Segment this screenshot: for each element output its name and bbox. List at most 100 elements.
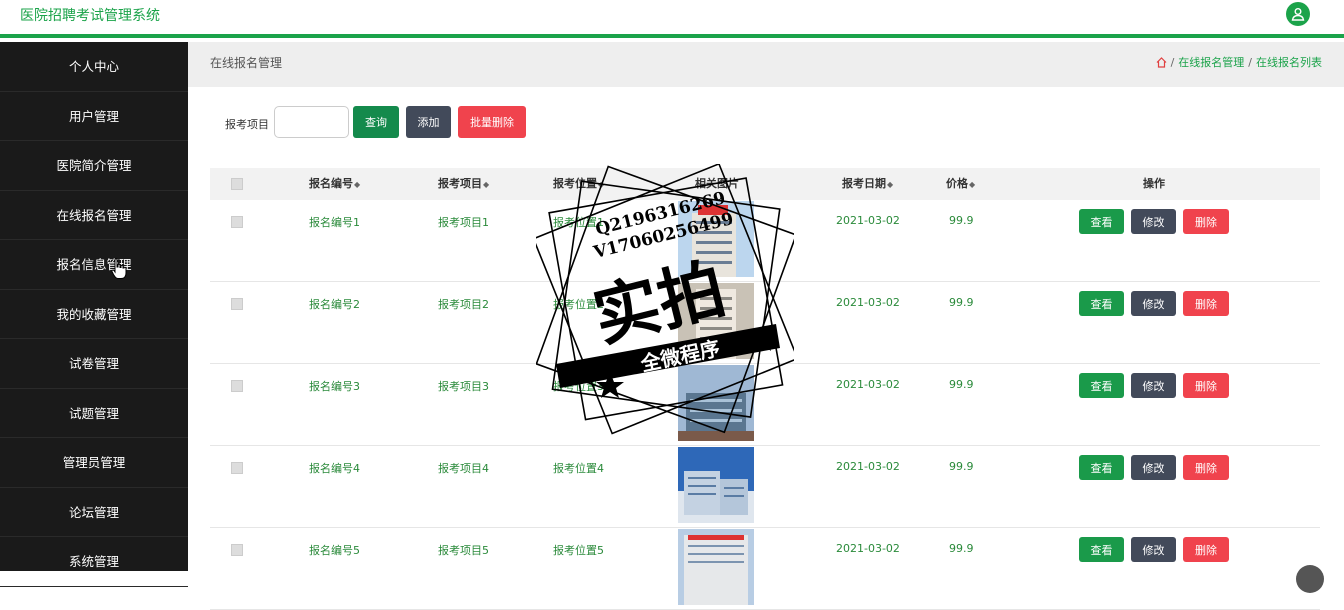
cell-location: 报考位置4: [553, 462, 604, 475]
sort-icon[interactable]: ◆: [887, 180, 893, 189]
column-header-location[interactable]: 报考位置◆: [553, 168, 604, 201]
delete-button[interactable]: 删除: [1183, 373, 1229, 398]
delete-button[interactable]: 删除: [1183, 537, 1229, 562]
delete-button[interactable]: 删除: [1183, 291, 1229, 316]
user-icon[interactable]: [1286, 2, 1310, 26]
delete-button[interactable]: 删除: [1183, 209, 1229, 234]
edit-button[interactable]: 修改: [1131, 455, 1176, 480]
view-button[interactable]: 查看: [1079, 455, 1124, 480]
cell-project: 报考项目2: [438, 298, 489, 311]
sidebar: 个人中心 用户管理 医院简介管理 在线报名管理 报名信息管理 我的收藏管理 试卷…: [0, 42, 188, 587]
column-header-image: 相关图片: [695, 177, 739, 190]
cell-id: 报名编号5: [309, 544, 360, 557]
hospital-thumbnail: [678, 529, 754, 605]
cell-price: 99.9: [949, 214, 974, 227]
cell-id: 报名编号4: [309, 462, 360, 475]
cell-location: 报考位置3: [553, 380, 604, 393]
sidebar-item-system[interactable]: 系统管理: [0, 537, 188, 587]
delete-button[interactable]: 删除: [1183, 455, 1229, 480]
row-checkbox[interactable]: [231, 216, 243, 228]
sidebar-item-personal-center[interactable]: 个人中心: [0, 42, 188, 92]
view-button[interactable]: 查看: [1079, 291, 1124, 316]
cell-price: 99.9: [949, 296, 974, 309]
view-button[interactable]: 查看: [1079, 537, 1124, 562]
cell-id: 报名编号3: [309, 380, 360, 393]
edit-button[interactable]: 修改: [1131, 373, 1176, 398]
column-header-date[interactable]: 报考日期◆: [842, 168, 893, 201]
row-checkbox[interactable]: [231, 544, 243, 556]
hospital-thumbnail: [678, 447, 754, 523]
view-button[interactable]: 查看: [1079, 209, 1124, 234]
cell-date: 2021-03-02: [836, 542, 900, 555]
column-header-id[interactable]: 报名编号◆: [309, 168, 360, 201]
breadcrumb-item[interactable]: 在线报名列表: [1256, 54, 1322, 70]
row-checkbox[interactable]: [231, 298, 243, 310]
registration-table: 报名编号◆ 报考项目◆ 报考位置◆ 相关图片 报考日期◆ 价格◆ 操作 报名编号…: [210, 168, 1320, 610]
batch-delete-button[interactable]: 批量删除: [458, 106, 526, 138]
search-label: 报考项目: [225, 118, 269, 131]
sidebar-item-forum[interactable]: 论坛管理: [0, 488, 188, 537]
edit-button[interactable]: 修改: [1131, 537, 1176, 562]
column-header-project[interactable]: 报考项目◆: [438, 168, 489, 201]
page-header: 在线报名管理 / 在线报名管理 / 在线报名列表: [188, 42, 1344, 87]
hand-cursor-icon: [111, 258, 127, 279]
row-checkbox[interactable]: [231, 380, 243, 392]
cell-price: 99.9: [949, 542, 974, 555]
row-checkbox[interactable]: [231, 462, 243, 474]
sidebar-item-online-registration[interactable]: 在线报名管理: [0, 191, 188, 240]
query-button[interactable]: 查询: [353, 106, 399, 138]
view-button[interactable]: 查看: [1079, 373, 1124, 398]
breadcrumb-separator: /: [1170, 55, 1175, 69]
table-header: 报名编号◆ 报考项目◆ 报考位置◆ 相关图片 报考日期◆ 价格◆ 操作: [210, 168, 1320, 200]
column-header-price[interactable]: 价格◆: [946, 168, 975, 201]
app-title: 医院招聘考试管理系统: [20, 8, 160, 24]
add-button[interactable]: 添加: [406, 106, 451, 138]
cell-date: 2021-03-02: [836, 460, 900, 473]
cell-price: 99.9: [949, 460, 974, 473]
page-title: 在线报名管理: [210, 56, 283, 70]
hospital-thumbnail: [678, 283, 754, 359]
sidebar-item-favorites[interactable]: 我的收藏管理: [0, 290, 188, 339]
sidebar-item-admins[interactable]: 管理员管理: [0, 438, 188, 488]
cell-project: 报考项目3: [438, 380, 489, 393]
table-row: 报名编号1 报考项目1 报考位置1 2021-03-02 99.9 查看 修改 …: [210, 200, 1320, 282]
cell-date: 2021-03-02: [836, 214, 900, 227]
table-row: 报名编号2 报考项目2 报考位置2 2021-03-02 99.9 查看 修改 …: [210, 282, 1320, 364]
table-row: 报名编号3 报考项目3 报考位置3 2021-03-02 99.9 查看 修改 …: [210, 364, 1320, 446]
breadcrumb-separator: /: [1248, 55, 1252, 69]
edit-button[interactable]: 修改: [1131, 209, 1176, 234]
hospital-thumbnail: [678, 201, 754, 277]
sort-icon[interactable]: ◆: [598, 180, 604, 189]
sidebar-item-questions[interactable]: 试题管理: [0, 389, 188, 438]
cell-price: 99.9: [949, 378, 974, 391]
cell-id: 报名编号1: [309, 216, 360, 229]
cell-date: 2021-03-02: [836, 296, 900, 309]
breadcrumb-item[interactable]: 在线报名管理: [1178, 54, 1244, 70]
sidebar-item-registration-info[interactable]: 报名信息管理: [0, 240, 188, 290]
sort-icon[interactable]: ◆: [483, 180, 489, 189]
cell-id: 报名编号2: [309, 298, 360, 311]
cell-location: 报考位置2: [553, 298, 604, 311]
column-header-actions: 操作: [1143, 177, 1165, 190]
search-input[interactable]: [274, 106, 349, 138]
home-icon[interactable]: [1156, 56, 1167, 68]
edit-button[interactable]: 修改: [1131, 291, 1176, 316]
cell-date: 2021-03-02: [836, 378, 900, 391]
table-row: 报名编号4 报考项目4 报考位置4 2021-03-02 99.9 查看 修改 …: [210, 446, 1320, 528]
table-row: 报名编号5 报考项目5 报考位置5 2021-03-02 99.9 查看 修改 …: [210, 528, 1320, 610]
breadcrumb: / 在线报名管理 / 在线报名列表: [1156, 54, 1322, 70]
sidebar-item-papers[interactable]: 试卷管理: [0, 339, 188, 389]
cell-project: 报考项目4: [438, 462, 489, 475]
sidebar-item-users[interactable]: 用户管理: [0, 92, 188, 141]
hospital-thumbnail: [678, 365, 754, 441]
scroll-top-button[interactable]: [1296, 565, 1324, 593]
cell-location: 报考位置1: [553, 216, 604, 229]
sort-icon[interactable]: ◆: [354, 180, 360, 189]
sidebar-item-hospital-intro[interactable]: 医院简介管理: [0, 141, 188, 191]
cell-location: 报考位置5: [553, 544, 604, 557]
sort-icon[interactable]: ◆: [969, 180, 975, 189]
select-all-checkbox[interactable]: [231, 178, 243, 190]
main-content: 在线报名管理 / 在线报名管理 / 在线报名列表 报考项目 查询 添加 批量删除…: [188, 42, 1344, 610]
top-bar: 医院招聘考试管理系统: [0, 0, 1344, 38]
cell-project: 报考项目5: [438, 544, 489, 557]
